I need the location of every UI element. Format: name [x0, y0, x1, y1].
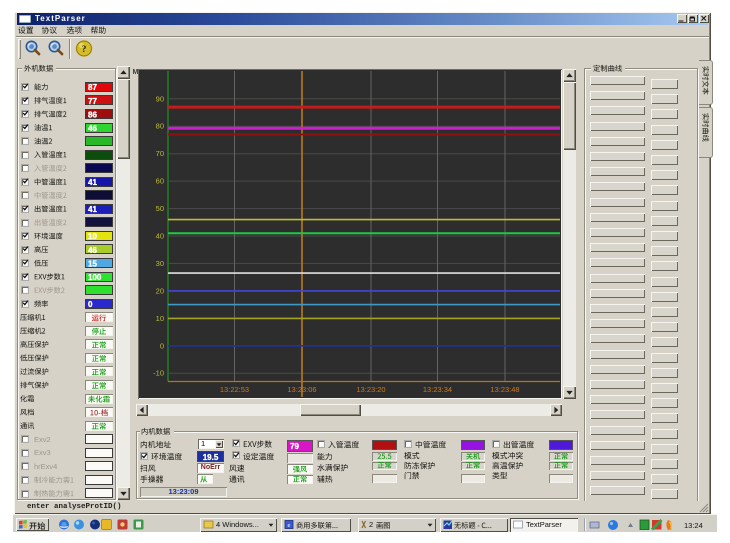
svg-text:?: ? — [82, 45, 87, 55]
svg-text:0: 0 — [88, 300, 93, 309]
svg-text:46: 46 — [88, 246, 97, 255]
svg-text:19.5: 19.5 — [203, 453, 219, 462]
svg-text:86: 86 — [88, 110, 97, 119]
svg-text:87: 87 — [88, 83, 97, 92]
svg-text:e: e — [288, 522, 291, 529]
svg-text:41: 41 — [88, 205, 97, 214]
svg-text:100: 100 — [88, 273, 102, 282]
svg-text:41: 41 — [88, 178, 97, 187]
svg-text:77: 77 — [88, 97, 97, 106]
svg-text:46: 46 — [88, 124, 97, 133]
svg-text:15: 15 — [88, 259, 97, 268]
svg-text:10: 10 — [88, 232, 97, 241]
svg-text:79: 79 — [290, 442, 299, 451]
